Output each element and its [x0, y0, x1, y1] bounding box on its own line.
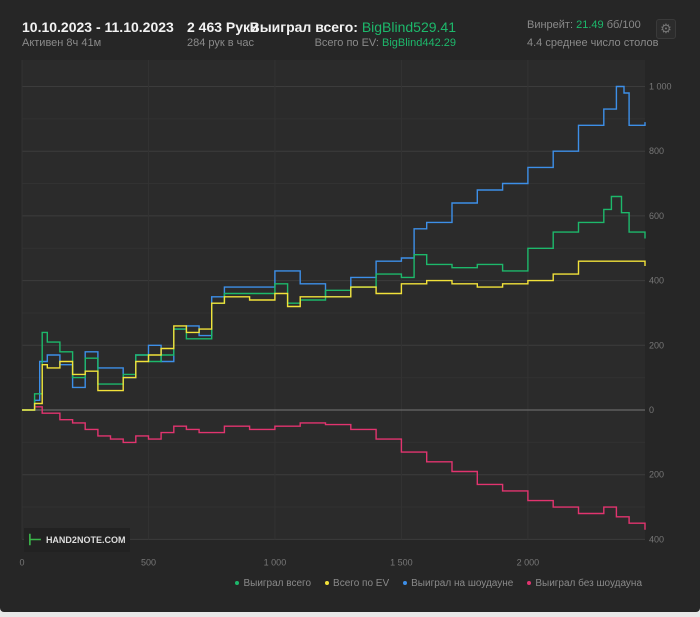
- y-tick-label: 800: [649, 146, 664, 156]
- legend-item[interactable]: Выиграл на шоудауне: [403, 578, 513, 589]
- y-tick-label: 200: [649, 340, 664, 350]
- legend-dot: [527, 581, 532, 586]
- legend-label: Выиграл на шоудауне: [411, 578, 514, 589]
- legend-dot: [235, 581, 240, 586]
- legend-item[interactable]: Выиграл всего: [235, 578, 311, 589]
- date-range[interactable]: 10.10.2023 - 11.10.2023: [22, 19, 174, 35]
- avg-tables: 4.4 среднее число столов: [527, 37, 659, 49]
- y-tick-label: 1 000: [649, 82, 672, 92]
- logo-text: HAND2NOTE.COM: [45, 535, 126, 545]
- plot-area: [22, 60, 645, 540]
- hands-per-hour: 284 рук в час: [187, 37, 255, 49]
- graph-panel: 10.10.2023 - 11.10.2023 Активен 8ч 41м 2…: [0, 0, 700, 612]
- winrate-unit: бб/100: [606, 19, 641, 31]
- ev-value: BigBlind442.29: [381, 37, 456, 49]
- y-tick-label: 0: [649, 405, 654, 415]
- legend-label: Всего по EV: [333, 578, 390, 589]
- summary-header: 10.10.2023 - 11.10.2023 Активен 8ч 41м 2…: [0, 0, 700, 60]
- chart-legend: Выиграл всего Всего по EV Выиграл на шоуда…: [235, 578, 642, 589]
- legend-dot: [403, 581, 408, 586]
- ev-label: Всего по EV:: [314, 37, 379, 49]
- legend-dot: [325, 581, 330, 586]
- x-tick-label: 500: [141, 557, 156, 567]
- legend-item[interactable]: Всего по EV: [325, 578, 389, 589]
- won-total: Выиграл всего: BigBlind529.41: [250, 19, 456, 35]
- legend-label: Выиграл без шоудауна: [535, 578, 642, 589]
- winrate-value: 21.49: [576, 19, 604, 31]
- y-tick-label: 600: [649, 211, 664, 221]
- x-tick-label: 2 000: [517, 557, 540, 567]
- ev-total: Всего по EV: BigBlind442.29: [315, 37, 456, 49]
- legend-label: Выиграл всего: [243, 578, 312, 589]
- legend-item[interactable]: Выиграл без шоудауна: [527, 578, 642, 589]
- y-tick-label: 200: [649, 470, 664, 480]
- y-tick-label: 400: [649, 534, 664, 544]
- active-time: Активен 8ч 41м: [22, 37, 102, 49]
- logo-icon: ⊢: [28, 532, 42, 549]
- x-tick-label: 1 500: [390, 557, 413, 567]
- won-total-label: Выиграл всего:: [249, 19, 358, 35]
- winrate-label: Винрейт:: [527, 19, 574, 31]
- won-total-value: BigBlind529.41: [361, 19, 456, 35]
- x-tick-label: 1 000: [264, 557, 287, 567]
- winrate: Винрейт: 21.49 бб/100: [527, 19, 641, 31]
- hands-count: 2 463 Руки: [187, 19, 259, 35]
- y-tick-label: 400: [649, 276, 664, 286]
- hand2note-logo: ⊢ HAND2NOTE.COM: [24, 528, 130, 552]
- x-tick-label: 0: [19, 557, 24, 567]
- bankroll-chart: 1 000 800 600 400 200 0 200 400 0 500 1 000 1 500 2 …: [19, 60, 672, 567]
- gear-icon[interactable]: ⚙: [656, 19, 676, 39]
